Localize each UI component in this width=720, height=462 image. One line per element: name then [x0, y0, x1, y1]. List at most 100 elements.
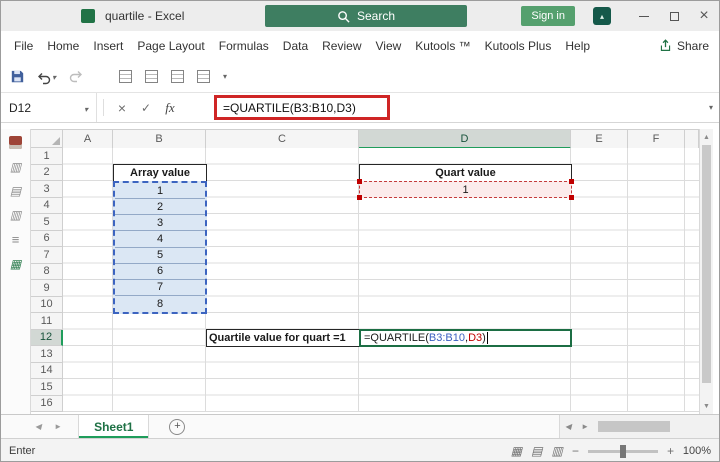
row-header-16[interactable]: 16: [31, 395, 63, 412]
horizontal-scrollbar[interactable]: [559, 415, 719, 438]
row-header-14[interactable]: 14: [31, 362, 63, 379]
horizontal-scrollbar-thumb[interactable]: [598, 421, 671, 432]
insert-function-icon[interactable]: [158, 93, 182, 122]
tab-kutools[interactable]: Kutools ™: [408, 31, 477, 60]
sign-in-button[interactable]: Sign in: [521, 6, 575, 26]
tab-review[interactable]: Review: [315, 31, 368, 60]
cell-d2-quart-header[interactable]: Quart value: [359, 164, 572, 182]
cell-c12-label[interactable]: Quartile value for quart =1: [206, 329, 360, 347]
row-header-8[interactable]: 8: [31, 263, 63, 280]
row-header-9[interactable]: 9: [31, 280, 63, 297]
share-button[interactable]: Share: [659, 39, 709, 53]
row-header-4[interactable]: 4: [31, 197, 63, 214]
page-layout-view-icon[interactable]: [531, 444, 542, 458]
name-box[interactable]: D12: [1, 93, 97, 122]
grid-icon[interactable]: [171, 69, 185, 83]
side-pane-icon-4[interactable]: [10, 209, 21, 221]
tab-view[interactable]: View: [369, 31, 409, 60]
row-header-2[interactable]: 2: [31, 164, 63, 181]
zoom-slider-thumb[interactable]: [619, 444, 626, 458]
maximize-button[interactable]: [659, 1, 689, 31]
ribbon-display-options-icon[interactable]: ▴: [593, 7, 611, 25]
normal-view-icon[interactable]: [511, 444, 522, 458]
row-header-7[interactable]: 7: [31, 247, 63, 264]
column-header-a[interactable]: A: [63, 130, 113, 149]
row-header-12[interactable]: 12: [31, 329, 63, 346]
zoom-out-icon[interactable]: [572, 444, 579, 458]
redo-button[interactable]: [69, 70, 83, 83]
column-header-d[interactable]: D: [359, 130, 571, 149]
customize-toolbar-icon[interactable]: [223, 72, 227, 81]
row-header-11[interactable]: 11: [31, 313, 63, 330]
search-box[interactable]: Search: [265, 5, 467, 27]
selection-handle[interactable]: [357, 195, 362, 200]
column-header-e[interactable]: E: [571, 130, 628, 149]
side-pane-icon-5[interactable]: [12, 233, 20, 246]
minimize-button[interactable]: [629, 1, 659, 31]
row-header-15[interactable]: 15: [31, 379, 63, 396]
selection-handle[interactable]: [357, 179, 362, 184]
tab-help[interactable]: Help: [558, 31, 597, 60]
zoom-level[interactable]: 100%: [683, 445, 711, 457]
cell-b3[interactable]: 1: [115, 183, 205, 200]
row-header-13[interactable]: 13: [31, 346, 63, 363]
cell-b5[interactable]: 3: [115, 215, 205, 232]
scroll-right-icon[interactable]: [576, 422, 594, 431]
row-header-3[interactable]: 3: [31, 181, 63, 198]
cell-b2-array-header[interactable]: Array value: [113, 164, 207, 182]
tab-page-layout[interactable]: Page Layout: [130, 31, 211, 60]
sheet-cells[interactable]: Array value 1 2 3 4 5 6 7 8 Quart value …: [63, 148, 699, 412]
column-header-f[interactable]: F: [628, 130, 685, 149]
cell-b8[interactable]: 6: [115, 264, 205, 280]
zoom-slider[interactable]: [587, 444, 658, 458]
cell-b4[interactable]: 2: [115, 199, 205, 216]
tab-data[interactable]: Data: [276, 31, 315, 60]
new-sheet-icon[interactable]: [169, 418, 186, 435]
row-header-5[interactable]: 5: [31, 214, 63, 231]
expand-formula-bar-icon[interactable]: [709, 93, 713, 122]
referenced-range-b3-b10[interactable]: 1 2 3 4 5 6 7 8: [113, 181, 207, 314]
tab-file[interactable]: File: [7, 31, 40, 60]
select-all-corner[interactable]: [31, 129, 63, 148]
side-pane-icon-6[interactable]: [10, 258, 21, 270]
tab-kutools-plus[interactable]: Kutools Plus: [478, 31, 559, 60]
tab-insert[interactable]: Insert: [86, 31, 130, 60]
cell-b6[interactable]: 4: [115, 231, 205, 248]
selection-handle[interactable]: [569, 195, 574, 200]
column-header-b[interactable]: B: [113, 130, 206, 149]
cell-b7[interactable]: 5: [115, 248, 205, 264]
tab-home[interactable]: Home: [40, 31, 86, 60]
side-pane-icon-1[interactable]: [9, 136, 22, 149]
cell-b10[interactable]: 8: [115, 296, 205, 312]
row-header-6[interactable]: 6: [31, 230, 63, 247]
selection-handle[interactable]: [569, 179, 574, 184]
undo-button[interactable]: [37, 67, 56, 85]
column-header-c[interactable]: C: [206, 130, 359, 149]
side-pane-icon-2[interactable]: [10, 161, 21, 173]
row-header-1[interactable]: 1: [31, 148, 63, 165]
cell-d3-quart-value[interactable]: 1: [357, 179, 574, 200]
sheet-tab-sheet1[interactable]: Sheet1: [78, 415, 150, 438]
page-break-view-icon[interactable]: [551, 444, 562, 458]
save-button[interactable]: [11, 70, 24, 83]
list-icon[interactable]: [197, 69, 211, 83]
zoom-in-icon[interactable]: [667, 444, 674, 458]
side-pane-icon-3[interactable]: [10, 185, 21, 197]
scroll-down-icon[interactable]: [700, 399, 713, 413]
cell-b9[interactable]: 7: [115, 280, 205, 296]
cancel-entry-icon[interactable]: [110, 93, 134, 122]
confirm-entry-icon[interactable]: [134, 93, 158, 122]
previous-sheet-icon[interactable]: [35, 422, 41, 431]
column-header-partial[interactable]: [685, 130, 699, 149]
vertical-scrollbar-thumb[interactable]: [702, 145, 711, 383]
next-sheet-icon[interactable]: [54, 422, 62, 431]
scroll-left-icon[interactable]: [560, 422, 576, 431]
cell-d12-formula-input[interactable]: =QUARTILE( B3:B10 , D3 ): [359, 329, 572, 347]
tab-formulas[interactable]: Formulas: [212, 31, 276, 60]
close-button[interactable]: [689, 1, 719, 31]
row-header-10[interactable]: 10: [31, 296, 63, 313]
scroll-up-icon[interactable]: [700, 130, 713, 144]
table-icon[interactable]: [145, 69, 159, 83]
document-icon[interactable]: [119, 69, 133, 83]
vertical-scrollbar[interactable]: [699, 129, 713, 414]
